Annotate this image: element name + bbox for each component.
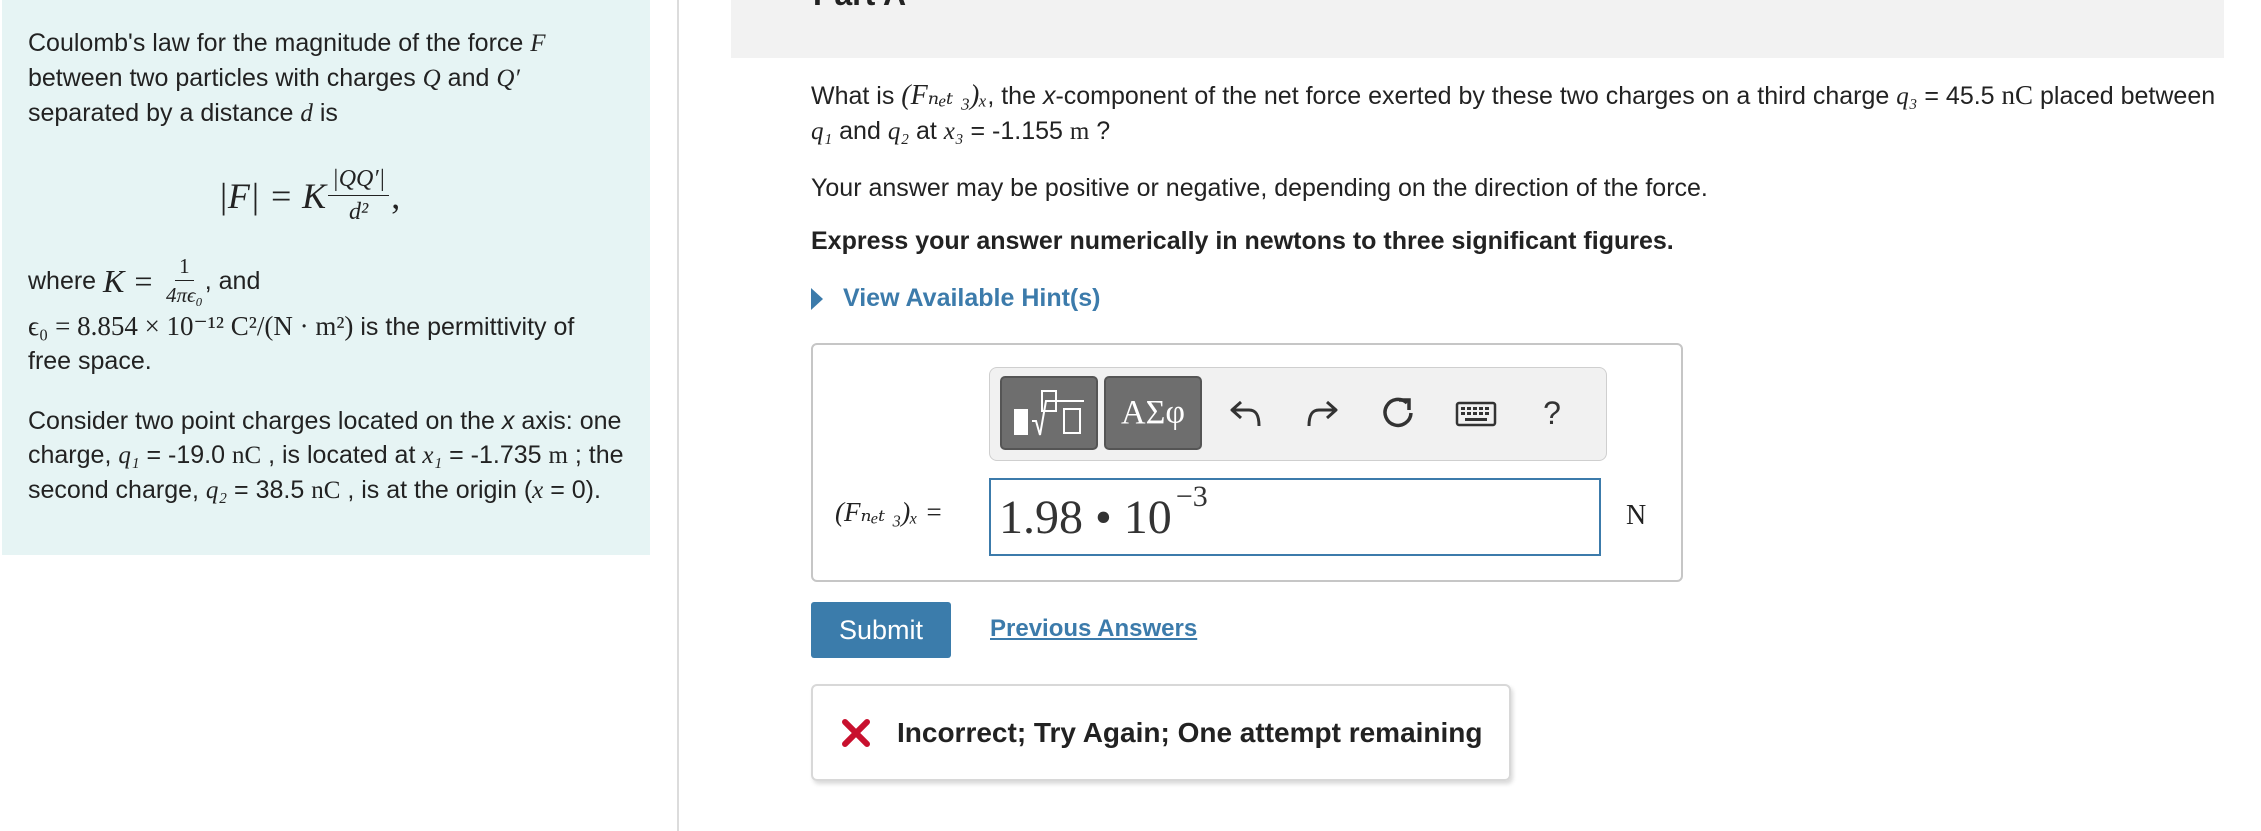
question-text-segment: and	[832, 117, 888, 145]
question-text-segment: at	[909, 117, 944, 145]
view-hints-label: View Available Hint(s)	[843, 284, 1101, 312]
answer-instructions: Express your answer numerically in newto…	[811, 227, 1674, 255]
keyboard-button[interactable]	[1450, 390, 1502, 436]
var-q1: q₁	[811, 118, 833, 145]
help-icon: ?	[1543, 394, 1561, 431]
k-numerator: 1	[175, 254, 194, 281]
sign-note: Your answer may be positive or negative,…	[811, 174, 1708, 202]
intro-text: where	[28, 266, 97, 295]
x3-unit: m	[1069, 118, 1090, 145]
redo-icon	[1307, 400, 1338, 427]
intro-text: separated by a distance	[28, 99, 301, 127]
intro-panel: Coulomb's law for the magnitude of the f…	[2, 0, 650, 555]
help-button[interactable]: ?	[1530, 390, 1574, 436]
coulomb-formula: |F| = K |QQ′| d² ,	[218, 165, 624, 226]
intro-text: is	[312, 99, 338, 127]
undo-button[interactable]	[1224, 390, 1268, 436]
k-fraction: 1 4πϵ₀	[166, 254, 203, 307]
question-text-segment: What is	[811, 82, 902, 110]
view-hints-link[interactable]: View Available Hint(s)	[811, 284, 1100, 313]
q3-unit: nC	[2001, 80, 2034, 110]
templates-icon	[1014, 390, 1084, 436]
previous-answers-link[interactable]: Previous Answers	[990, 615, 1197, 643]
var-q1: q₁	[118, 442, 140, 469]
formula-numerator: |QQ′|	[328, 165, 390, 196]
question-text-segment: placed between	[2033, 82, 2216, 110]
var-Q-prime: Q′	[496, 65, 520, 92]
answer-box: ΑΣφ ? (Fₙₑₜ ₃)ₓ = 1.98 • 10 −3 N	[811, 343, 1683, 582]
q2-unit: nC	[311, 477, 341, 504]
var-q2: q₂	[205, 477, 228, 504]
formula-denominator: d²	[349, 199, 369, 225]
intro-text: Coulomb's law for the magnitude of the f…	[28, 29, 531, 57]
panel-divider	[677, 0, 679, 831]
submit-button[interactable]: Submit	[811, 602, 951, 658]
intro-text: , and	[204, 266, 261, 295]
intro-text: and	[440, 64, 497, 92]
var-x: x	[501, 407, 515, 435]
formula-lhs: |F| = K	[218, 175, 327, 216]
x3-value: = -1.155	[963, 117, 1070, 145]
formula-fraction: |QQ′| d²	[328, 165, 390, 226]
x1-unit: m	[548, 442, 568, 469]
redo-button[interactable]	[1300, 390, 1344, 436]
undo-icon	[1230, 400, 1261, 427]
intro-text: Consider two point charges located on th…	[28, 407, 502, 435]
greek-symbols-icon: ΑΣφ	[1121, 394, 1185, 431]
var-Q: Q	[422, 65, 441, 92]
q3-value: = 45.5	[1917, 82, 2002, 110]
intro-paragraph-3: Consider two point charges located on th…	[28, 404, 624, 508]
question-text-segment: -component of the net force exerted by t…	[1055, 82, 1897, 110]
answer-mantissa: 1.98 • 10	[999, 490, 1172, 544]
intro-text: , is located at	[261, 441, 423, 469]
question-text-segment: , the	[987, 82, 1043, 110]
var-x: x	[532, 477, 544, 504]
reset-icon	[1383, 397, 1413, 428]
var-F: F	[530, 30, 546, 57]
intro-text: , is at the origin (	[340, 476, 533, 504]
q1-unit: nC	[231, 442, 262, 469]
epsilon-definition: ϵ₀ = 8.854 × 10⁻¹² C²/(N · m²) is the pe…	[28, 309, 624, 378]
answer-label: (Fₙₑₜ ₃)ₓ =	[835, 497, 943, 527]
intro-text: = 0).	[543, 476, 601, 504]
k-equals: K =	[103, 262, 154, 299]
keyboard-icon	[1455, 401, 1497, 427]
question-text-segment: ?	[1089, 117, 1111, 145]
var-d: d	[300, 100, 313, 127]
var-q3: q₃	[1896, 83, 1918, 110]
question-text: What is (Fₙₑₜ ₃)ₓ, the x-component of th…	[811, 78, 2231, 149]
part-title: Part A	[813, 0, 906, 13]
var-x1: x₁	[422, 442, 443, 469]
var-x3: x₃	[943, 118, 964, 145]
epsilon-value: ϵ₀ = 8.854 × 10⁻¹² C²/(N · m²)	[28, 311, 354, 341]
x1-value: = -1.735	[442, 441, 549, 469]
expand-triangle-icon	[811, 287, 823, 310]
fnet-symbol: (Fₙₑₜ ₃)ₓ	[901, 80, 988, 111]
part-header: Part A	[731, 0, 2224, 58]
reset-button[interactable]	[1376, 390, 1420, 436]
var-q2: q₂	[887, 118, 910, 145]
answer-exponent: −3	[1175, 480, 1208, 513]
math-toolbar: ΑΣφ ?	[989, 367, 1607, 461]
q2-value: = 38.5	[227, 476, 312, 504]
answer-unit: N	[1626, 500, 1647, 531]
q1-value: = -19.0	[139, 441, 232, 469]
var-x: x	[1042, 82, 1056, 110]
feedback-text: Incorrect; Try Again; One attempt remain…	[897, 716, 1483, 748]
answer-input[interactable]: 1.98 • 10 −3	[989, 478, 1601, 556]
intro-text: between two particles with charges	[28, 64, 423, 92]
formula-end: ,	[391, 175, 401, 216]
intro-paragraph-1: Coulomb's law for the magnitude of the f…	[28, 26, 624, 131]
feedback-message: Incorrect; Try Again; One attempt remain…	[811, 684, 1511, 781]
k-denominator: 4πϵ₀	[165, 283, 203, 307]
templates-button[interactable]	[1000, 376, 1098, 450]
incorrect-x-icon	[842, 718, 870, 747]
k-definition: where K = 1 4πϵ₀ , and	[28, 254, 624, 307]
greek-symbols-button[interactable]: ΑΣφ	[1104, 376, 1202, 450]
